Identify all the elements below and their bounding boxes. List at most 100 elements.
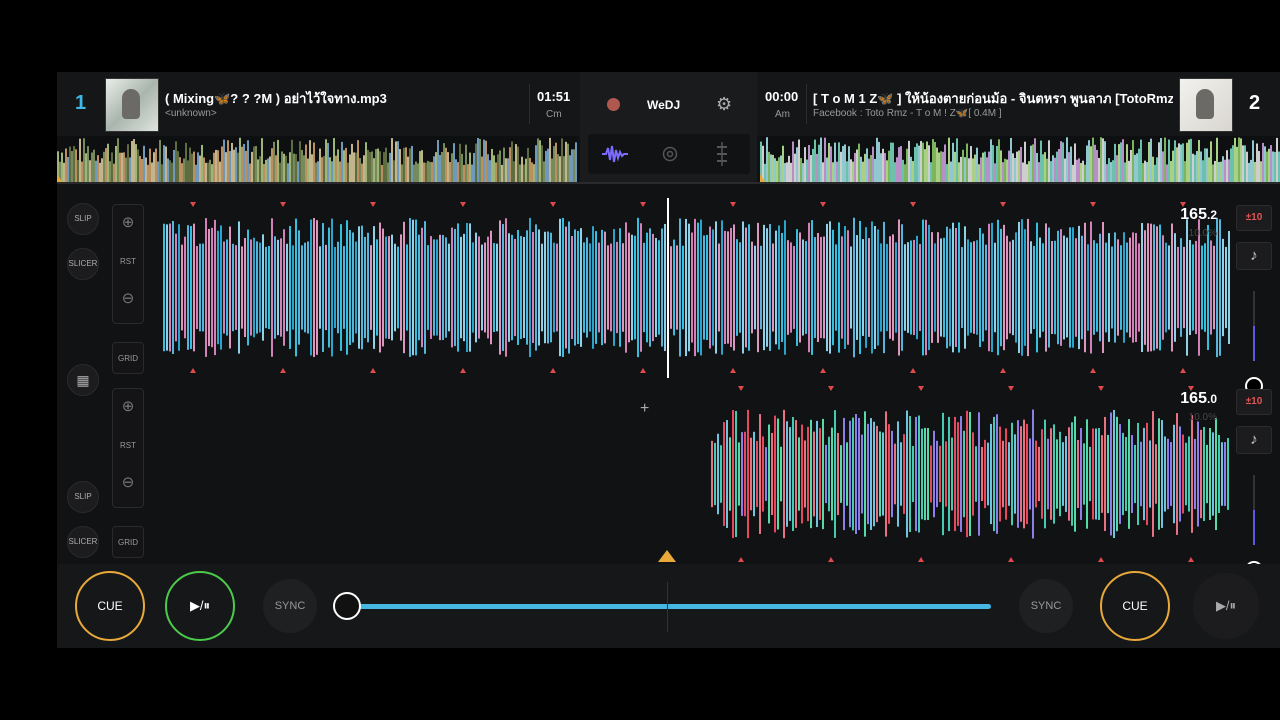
overview-bar <box>1158 142 1160 183</box>
deck2-play-pause-button[interactable]: ▶/⏸ <box>1191 571 1261 641</box>
overview-bar <box>1174 140 1176 183</box>
waveform-bar <box>1102 222 1104 353</box>
waveform-bar <box>274 236 276 339</box>
waveform-bar <box>907 242 909 333</box>
deck1-slip-button[interactable]: SLIP <box>67 203 99 235</box>
overview-bar <box>419 151 421 183</box>
waveform-bar <box>1176 413 1178 535</box>
waveform-bar <box>679 218 681 357</box>
waveform-bar <box>807 426 809 522</box>
overview-bar <box>1142 163 1144 183</box>
waveform-bar <box>613 229 615 346</box>
deck2-key-lock-icon[interactable]: ♪ <box>1236 426 1272 454</box>
deck1-overview-waveform[interactable] <box>57 136 577 183</box>
overview-bar <box>1036 152 1038 183</box>
overview-bar <box>1178 143 1180 183</box>
waveform-bar <box>319 246 321 329</box>
overview-bar <box>796 147 798 183</box>
waveform-bar <box>532 232 534 343</box>
overview-bar <box>395 141 397 183</box>
waveform-bar <box>232 243 234 332</box>
overview-bar <box>383 152 385 183</box>
waveform-bar <box>906 410 908 538</box>
deck1-cue-button[interactable]: CUE <box>75 571 145 641</box>
waveform-bar <box>178 224 180 351</box>
mixer-view-icon[interactable] <box>714 142 730 166</box>
waveform-bar <box>199 243 201 332</box>
deck2-sync-button[interactable]: SYNC <box>1019 579 1073 633</box>
waveform-bar <box>1141 222 1143 353</box>
crossfader-knob[interactable] <box>333 592 361 620</box>
waveform-bar <box>1161 420 1163 528</box>
deck1-sync-button[interactable]: SYNC <box>263 579 317 633</box>
overview-bar <box>307 158 309 183</box>
overview-bar <box>237 152 239 183</box>
overview-bar <box>239 137 241 183</box>
waveform-bar <box>1024 229 1026 346</box>
deck2-pitch-percent: 10.0% <box>1188 412 1217 423</box>
overview-bar <box>163 145 165 183</box>
deck1-artwork[interactable] <box>105 78 159 132</box>
beat-marker <box>370 202 376 207</box>
view-toggle-bar <box>588 134 750 174</box>
waveform-bar <box>850 246 852 329</box>
waveform-bar <box>750 437 752 511</box>
deck1-pitch-range-button[interactable]: ±10 <box>1236 205 1272 231</box>
overview-bar <box>557 154 559 183</box>
record-icon[interactable] <box>607 98 620 111</box>
deck1-title[interactable]: ( Mixing🦋? ? ?M ) อย่าไว้ใจทาง.mp3 <box>165 88 520 109</box>
overview-bar <box>802 163 804 183</box>
overview-bar <box>335 155 337 183</box>
waveform-bar <box>1171 223 1173 352</box>
deck1-key-lock-icon[interactable]: ♪ <box>1236 242 1272 270</box>
waveform-bar <box>903 434 905 514</box>
overview-bar <box>1254 161 1256 183</box>
overview-bar <box>962 149 964 183</box>
waveform-bar <box>187 225 189 350</box>
overview-bar <box>223 139 225 183</box>
overview-bar <box>91 152 93 183</box>
deck1-header: 1 ( Mixing🦋? ? ?M ) อย่าไว้ใจทาง.mp3 <un… <box>57 72 580 136</box>
overview-bar <box>788 155 790 183</box>
overview-bar <box>77 160 79 183</box>
overview-bar <box>968 158 970 183</box>
jog-view-icon[interactable] <box>662 146 678 162</box>
waveform-bar <box>1050 428 1052 520</box>
waveform-bar <box>1147 223 1149 352</box>
waveform-view-icon[interactable] <box>602 144 628 164</box>
beat-marker <box>280 368 286 373</box>
waveform-bar <box>921 428 923 520</box>
deck2-artwork[interactable] <box>1179 78 1233 132</box>
deck2-pitch-range-button[interactable]: ±10 <box>1236 389 1272 415</box>
overview-bar <box>1078 158 1080 183</box>
crossfader-track[interactable] <box>345 604 991 609</box>
deck2-cue-button[interactable]: CUE <box>1100 571 1170 641</box>
overview-bar <box>233 149 235 183</box>
waveform-bar <box>1183 246 1185 329</box>
overview-bar <box>1264 146 1266 183</box>
waveform-bar <box>1227 438 1229 510</box>
deck2-main-waveform[interactable] <box>105 384 1230 564</box>
waveform-bar <box>997 219 999 356</box>
gear-icon[interactable]: ⚙ <box>716 94 732 115</box>
deck1-slicer-button[interactable]: SLICER <box>67 248 99 280</box>
waveform-bar <box>349 229 351 346</box>
waveform-bar <box>889 236 891 339</box>
pad-grid-icon[interactable]: ▦ <box>67 364 99 396</box>
overview-bar <box>1038 162 1040 183</box>
overview-bar <box>1118 144 1120 183</box>
deck1-play-pause-button[interactable]: ▶/⏸ <box>165 571 235 641</box>
overview-bar <box>792 141 794 183</box>
waveform-bar <box>817 232 819 343</box>
overview-bar <box>531 162 533 183</box>
waveform-bar <box>1225 246 1227 329</box>
overview-bar <box>411 145 413 183</box>
deck2-overview-waveform[interactable] <box>760 136 1280 183</box>
overview-bar <box>998 139 1000 183</box>
waveform-bar <box>1218 435 1220 513</box>
overview-bar <box>167 158 169 183</box>
deck2-title[interactable]: [ T o M 1 Z🦋 ] ให้น้องตายก่อนม้อ - จินตห… <box>813 88 1173 109</box>
deck2-slicer-button[interactable]: SLICER <box>67 526 99 558</box>
waveform-bar <box>526 230 528 345</box>
deck2-slip-button[interactable]: SLIP <box>67 481 99 513</box>
